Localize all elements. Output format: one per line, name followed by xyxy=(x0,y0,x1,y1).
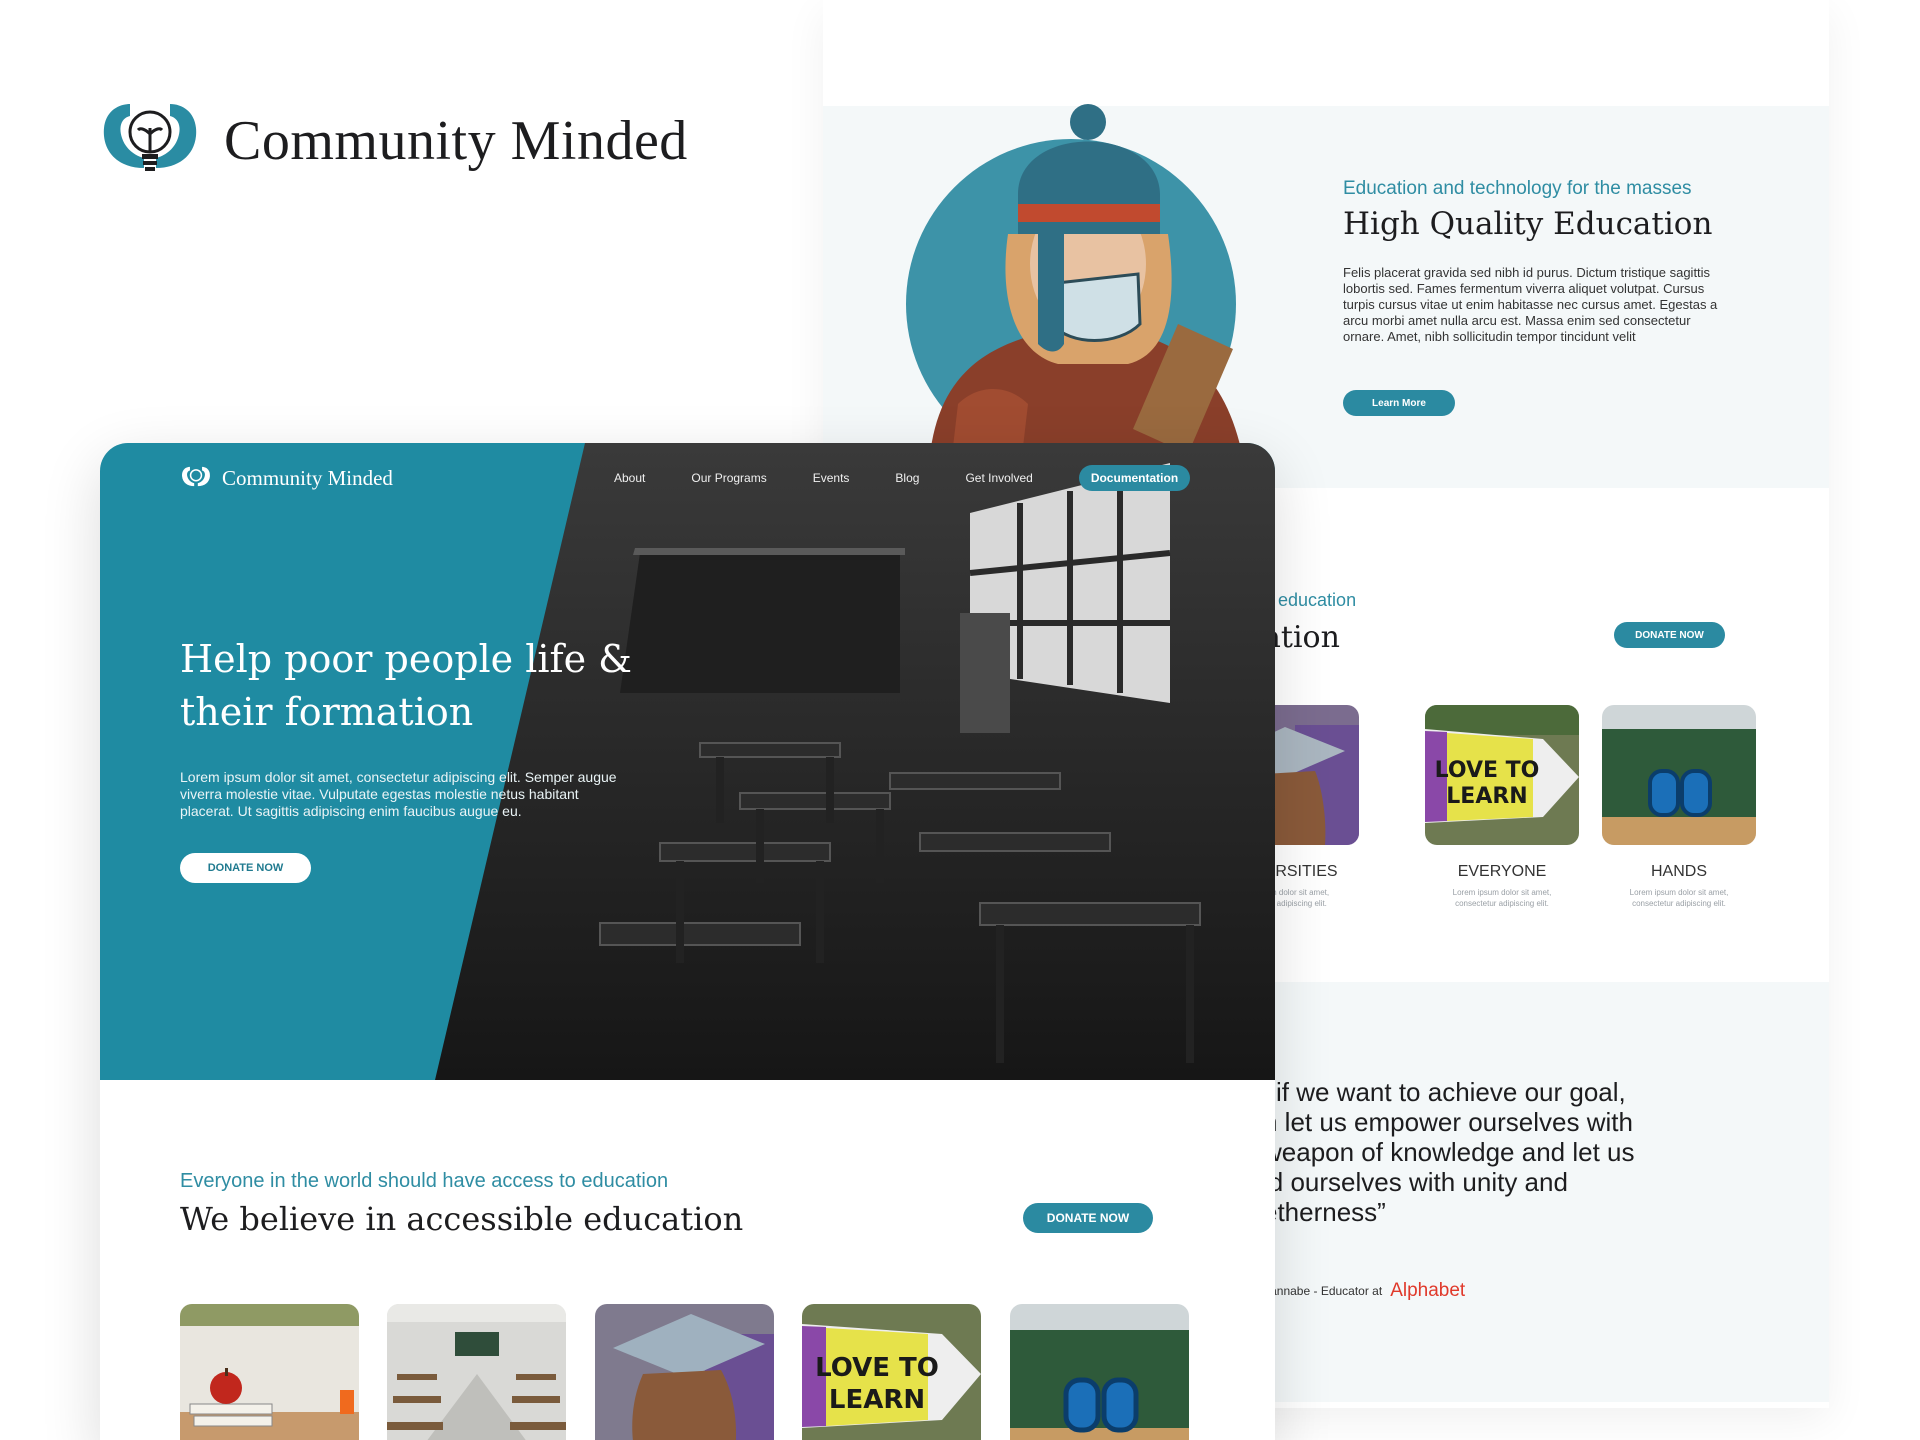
apple-books-photo xyxy=(180,1304,359,1440)
lightbulb-hands-icon xyxy=(103,104,197,171)
testimonial-quote: l if we want to achieve our goal, n let … xyxy=(1263,1077,1635,1227)
hands-building-photo xyxy=(1602,705,1756,845)
section-donate-button[interactable]: DONATE NOW xyxy=(1023,1203,1153,1233)
card-everyone[interactable]: LOVE TO LEARN EVERYONE Lorem ipsum dolor… xyxy=(1425,705,1579,909)
donate-now-button[interactable]: DONATE NOW xyxy=(1614,622,1725,648)
svg-text:LEARN: LEARN xyxy=(829,1385,925,1415)
lightbulb-hands-icon xyxy=(182,466,210,487)
graduate-photo xyxy=(595,1304,774,1440)
nav-brand[interactable]: Community Minded xyxy=(180,465,393,491)
nav-about[interactable]: About xyxy=(614,471,645,485)
card-desc: Lorem ipsum dolor sit amet, consectetur … xyxy=(1452,888,1552,908)
card-classroom[interactable] xyxy=(387,1304,566,1440)
documentation-button[interactable]: Documentation xyxy=(1078,465,1191,491)
testimonial-author: Vannabe - Educator at xyxy=(1263,1284,1383,1298)
svg-text:LOVE TO: LOVE TO xyxy=(815,1353,939,1383)
feature-body: Felis placerat gravida sed nibh id purus… xyxy=(1343,265,1718,344)
card-hands[interactable]: HANDS Lorem ipsum dolor sit amet, consec… xyxy=(1602,705,1756,909)
section-title: We believe in accessible education xyxy=(180,1200,744,1238)
classroom-photo xyxy=(435,443,1275,1080)
feature-title: High Quality Education xyxy=(1343,206,1713,242)
card-love-to-learn[interactable]: LOVE TO LEARN xyxy=(802,1304,981,1440)
main-nav: About Our Programs Events Blog Get Invol… xyxy=(614,465,1191,491)
love-to-learn-photo: LOVE TO LEARN xyxy=(802,1304,981,1440)
testimonial-attribution: Vannabe - Educator at Alphabet xyxy=(1263,1280,1465,1302)
section-eyebrow: Everyone in the world should have access… xyxy=(180,1170,669,1192)
hero-section: Community Minded About Our Programs Even… xyxy=(100,443,1275,1080)
nav-events[interactable]: Events xyxy=(813,471,850,485)
hero-donate-button[interactable]: DONATE NOW xyxy=(180,853,311,883)
hero-title: Help poor people life & their formation xyxy=(180,637,633,734)
brand-name: Community Minded xyxy=(224,110,688,172)
front-page-preview: Community Minded About Our Programs Even… xyxy=(100,443,1275,1440)
card-apple-books[interactable] xyxy=(180,1304,359,1440)
company-logo: Alphabet xyxy=(1390,1280,1466,1301)
card-title: HANDS xyxy=(1650,863,1707,880)
person-with-mask-photo xyxy=(928,104,1248,490)
classroom-photo xyxy=(387,1304,566,1440)
section-eyebrow-partial: o education xyxy=(1263,590,1357,610)
love-to-learn-photo: LOVE TO LEARN xyxy=(1425,705,1579,845)
card-desc: Lorem ipsum dolor sit amet, consectetur … xyxy=(1629,888,1729,908)
hands-building-photo xyxy=(1010,1304,1189,1440)
learn-more-button[interactable]: Learn More xyxy=(1343,390,1455,416)
card-graduate[interactable] xyxy=(595,1304,774,1440)
card-hands[interactable] xyxy=(1010,1304,1189,1440)
nav-blog[interactable]: Blog xyxy=(895,471,919,485)
hero-body: Lorem ipsum dolor sit amet, consectetur … xyxy=(180,769,617,819)
nav-get-involved[interactable]: Get Involved xyxy=(965,471,1032,485)
brand: Community Minded xyxy=(100,98,688,184)
nav-our-programs[interactable]: Our Programs xyxy=(691,471,766,485)
feature-eyebrow: Education and technology for the masses xyxy=(1343,178,1692,199)
card-title: EVERYONE xyxy=(1457,863,1547,880)
svg-text:LEARN: LEARN xyxy=(1446,784,1527,809)
svg-text:LOVE TO: LOVE TO xyxy=(1435,758,1540,783)
nav-brand-name: Community Minded xyxy=(222,465,393,490)
